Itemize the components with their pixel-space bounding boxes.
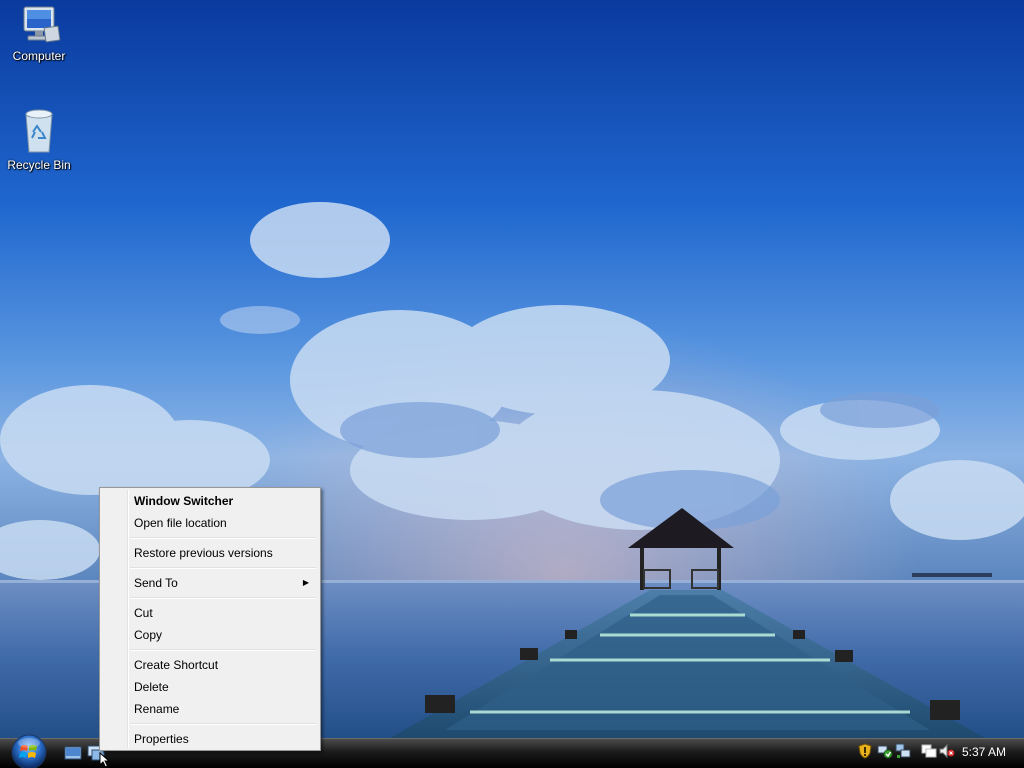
recycle-bin-icon	[25, 109, 53, 153]
menu-item-send-to[interactable]: Send To ▶	[102, 572, 318, 594]
desktop-icon-label: Recycle Bin	[7, 158, 71, 172]
taskbar-clock[interactable]: 5:37 AM	[962, 745, 1006, 759]
network-status-icon	[877, 745, 893, 759]
mouse-cursor-icon	[99, 752, 111, 768]
menu-separator	[130, 537, 316, 539]
menu-item-label: Cut	[134, 606, 153, 620]
start-orb-icon	[11, 734, 47, 768]
system-tray: 5:37 AM	[852, 740, 1024, 766]
menu-item-label: Create Shortcut	[134, 658, 219, 672]
menu-item-open-file-location[interactable]: Open file location	[102, 512, 318, 534]
tray-volume-button[interactable]	[939, 743, 955, 759]
menu-item-label: Delete	[134, 680, 169, 694]
menu-item-create-shortcut[interactable]: Create Shortcut	[102, 654, 318, 676]
tray-security-button[interactable]	[857, 743, 873, 759]
menu-item-cut[interactable]: Cut	[102, 602, 318, 624]
computer-icon	[23, 6, 61, 43]
menu-item-delete[interactable]: Delete	[102, 676, 318, 698]
desktop[interactable]: Computer Recycle Bin 5:37 AM Window Swit…	[0, 0, 1024, 768]
tray-network-button-2[interactable]	[921, 743, 937, 759]
menu-separator	[130, 649, 316, 651]
menu-item-rename[interactable]: Rename	[102, 698, 318, 720]
menu-item-label: Send To	[134, 576, 178, 590]
menu-item-label: Restore previous versions	[134, 546, 273, 560]
menu-item-label: Rename	[134, 702, 180, 716]
tray-network-connection-button[interactable]	[895, 743, 911, 759]
network-connection-icon	[895, 743, 911, 758]
desktop-icon-recycle-bin[interactable]: Recycle Bin	[1, 106, 77, 172]
menu-item-window-switcher[interactable]: Window Switcher	[102, 490, 318, 512]
menu-item-label: Properties	[134, 732, 189, 746]
submenu-arrow-icon: ▶	[302, 578, 309, 587]
start-button[interactable]	[8, 733, 50, 768]
menu-item-properties[interactable]: Properties	[102, 728, 318, 750]
desktop-icon-label: Computer	[12, 49, 66, 63]
desktop-icon-computer[interactable]: Computer	[1, 5, 77, 63]
menu-item-copy[interactable]: Copy	[102, 624, 318, 646]
menu-item-restore-previous-versions[interactable]: Restore previous versions	[102, 542, 318, 564]
menu-item-label: Open file location	[134, 516, 227, 530]
windows-security-shield-icon	[858, 743, 872, 759]
menu-item-label: Window Switcher	[134, 494, 234, 508]
show-desktop-icon	[64, 746, 82, 760]
menu-separator	[130, 597, 316, 599]
show-desktop-button[interactable]	[64, 745, 82, 761]
menu-separator	[130, 567, 316, 569]
menu-item-label: Copy	[134, 628, 163, 642]
network-connection-icon	[921, 744, 937, 758]
menu-separator	[130, 723, 316, 725]
volume-muted-icon	[939, 743, 955, 759]
tray-network-status-button[interactable]	[877, 743, 893, 759]
context-menu: Window Switcher Open file location Resto…	[99, 487, 321, 751]
